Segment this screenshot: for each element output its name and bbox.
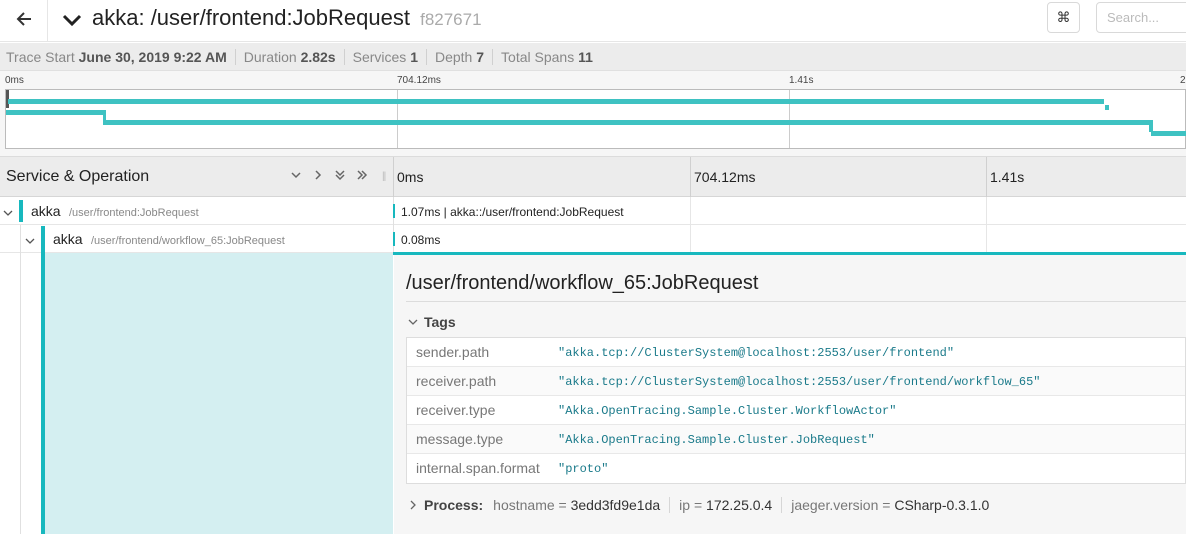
minimap-span-bar [8,99,1104,104]
process-label: Process: [424,497,484,513]
tags-section-toggle[interactable]: Tags [408,314,456,330]
expand-all-icon[interactable] [354,168,370,184]
collapse-one-icon[interactable] [288,168,304,184]
process-section-toggle[interactable]: Process: hostname = 3edd3fd9e1da ip = 17… [408,497,1007,513]
timeline-tick: 1.41s [990,169,1025,185]
service-name: akka [31,203,61,219]
process-item: hostname = 3edd3fd9e1da [493,497,671,513]
trace-minimap[interactable]: 0ms 704.12ms 1.41s 2 [0,71,1186,157]
service-name: akka [53,231,83,247]
minimap-span-bar [1105,105,1109,110]
collapse-all-icon[interactable] [332,168,348,184]
trace-header: akka: /user/frontend:JobRequest f827671 … [0,0,1186,42]
span-detail-title: /user/frontend/workflow_65:JobRequest [406,272,759,294]
tag-key: message.type [416,431,504,447]
divider [406,301,1186,302]
service-color-bar [19,200,23,222]
tag-value: "akka.tcp://ClusterSystem@localhost:2553… [558,346,955,360]
span-bar[interactable] [393,204,395,218]
collapse-controls [288,168,370,184]
timeline-tick: 0ms [397,169,424,185]
chevron-down-icon[interactable] [3,206,13,216]
services-count: Services 1 [353,48,427,65]
span-row[interactable]: akka /user/frontend:JobRequest 1.07ms | … [0,197,1186,225]
tag-value: "Akka.OpenTracing.Sample.Cluster.Workflo… [558,404,897,418]
tree-indent-line [20,225,21,253]
tag-key: sender.path [416,344,490,360]
minimap-span-bar [6,110,104,115]
chevron-down-icon[interactable] [25,234,35,244]
command-key-icon: ⌘ [1056,9,1071,25]
trace-summary: Trace Start June 30, 2019 9:22 AM Durati… [0,43,1186,71]
row-gridline [690,225,691,253]
row-gridline [690,197,691,225]
minimap-tick: 704.12ms [397,75,441,86]
tag-row[interactable]: sender.path "akka.tcp://ClusterSystem@lo… [407,338,1185,367]
row-gridline [986,197,987,225]
tags-label: Tags [424,314,456,330]
tag-value: "proto" [558,462,609,476]
tag-key: internal.span.format [416,460,540,476]
span-bar[interactable] [393,232,395,246]
timeline-gridline [690,157,691,197]
tag-row[interactable]: internal.span.format "proto" [407,454,1185,483]
span-duration-label: 0.08ms [401,233,441,247]
trace-title-text: akka: /user/frontend:JobRequest [92,5,410,30]
span-detail-left-pane [41,253,393,534]
trace-start: Trace Start June 30, 2019 9:22 AM [6,48,236,65]
keyboard-shortcuts-button[interactable]: ⌘ [1047,2,1080,33]
process-item: ip = 172.25.0.4 [679,497,783,513]
search-input[interactable] [1096,2,1186,33]
chevron-down-icon [408,314,418,330]
minimap-tick: 0ms [5,75,24,86]
tag-key: receiver.path [416,373,497,389]
timeline-tick: 704.12ms [694,169,756,185]
trace-title: akka: /user/frontend:JobRequest f827671 [92,5,482,31]
service-operation-header: Service & Operation [6,168,150,185]
trace-id: f827671 [420,10,482,29]
detail-top-rule [393,252,1186,255]
chevron-right-icon [408,497,418,513]
duration: Duration 2.82s [244,48,345,65]
minimap-canvas[interactable] [5,89,1186,149]
tag-value: "akka.tcp://ClusterSystem@localhost:2553… [558,375,1041,389]
minimap-span-bar [1151,131,1186,136]
back-button[interactable] [0,0,48,42]
tag-key: receiver.type [416,402,496,418]
timeline-gridline [986,157,987,197]
tag-row[interactable]: message.type "Akka.OpenTracing.Sample.Cl… [407,425,1185,454]
collapse-trace-chevron-icon[interactable] [60,8,84,32]
minimap-span-bar [103,120,1149,125]
tag-row[interactable]: receiver.path "akka.tcp://ClusterSystem@… [407,367,1185,396]
tag-value: "Akka.OpenTracing.Sample.Cluster.JobRequ… [558,433,875,447]
span-row[interactable]: akka /user/frontend/workflow_65:JobReque… [0,225,1186,253]
minimap-tick: 1.41s [789,75,814,86]
total-spans: Total Spans 11 [501,48,593,65]
column-resize-grip-icon[interactable]: || [382,171,386,182]
row-gridline [986,225,987,253]
operation-name: /user/frontend/workflow_65:JobRequest [91,235,285,247]
tree-indent-line [20,253,21,534]
process-item: jaeger.version = CSharp-0.3.1.0 [791,497,990,513]
service-color-bar [41,226,45,534]
span-duration-label: 1.07ms | akka::/user/frontend:JobRequest [401,205,624,219]
expand-one-icon[interactable] [310,168,326,184]
timeline-header: Service & Operation || 0ms 704.12ms 1.41… [0,157,1186,197]
minimap-tick: 2 [1180,75,1186,86]
operation-name: /user/frontend:JobRequest [69,207,199,219]
tags-table: sender.path "akka.tcp://ClusterSystem@lo… [406,337,1186,484]
column-divider[interactable] [393,157,394,197]
depth: Depth 7 [435,48,494,65]
arrow-left-icon [15,10,33,33]
tag-row[interactable]: receiver.type "Akka.OpenTracing.Sample.C… [407,396,1185,425]
